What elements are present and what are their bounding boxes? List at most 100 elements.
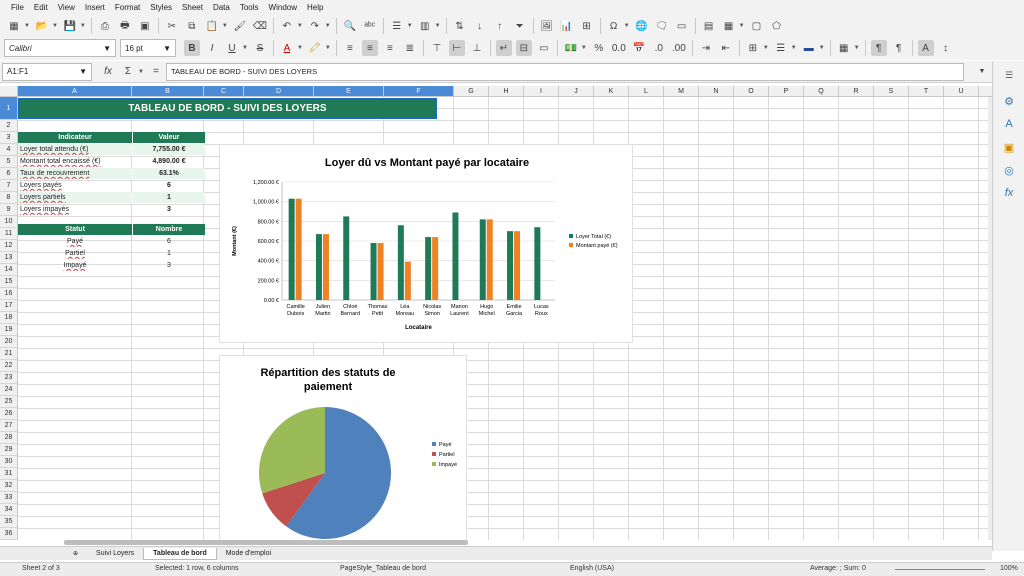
column-header-k[interactable]: K [594,86,629,97]
print-icon[interactable]: 🖶 [117,18,133,34]
row-header-3[interactable]: 3 [0,132,18,144]
autofilter-icon[interactable]: ⏷ [512,18,528,34]
unmerge-icon[interactable]: ▭ [536,40,552,56]
number-icon[interactable]: 0.0 [611,40,627,56]
pivot-icon[interactable]: ⊞ [579,18,595,34]
sum-info[interactable]: Average: ; Sum: 0 [810,565,866,572]
currency-icon[interactable]: 💵 [563,40,579,56]
indicator-value[interactable]: 7,755.00 € [133,144,205,155]
row-header-27[interactable]: 27 [0,420,18,432]
row-header-9[interactable]: 9 [0,204,18,216]
menu-file[interactable]: File [6,3,29,12]
align-left-icon[interactable]: ≡ [342,40,358,56]
decrease-indent-icon[interactable]: ⇤ [718,40,734,56]
column-header-e[interactable]: E [314,86,384,97]
ltr-icon[interactable]: ¶ [870,40,887,56]
cut-icon[interactable]: ✂ [164,18,180,34]
tab-mode-emploi[interactable]: Mode d'emploi [217,548,280,560]
column-header-d[interactable]: D [244,86,314,97]
status-count[interactable]: 6 [133,236,205,247]
row-header-2[interactable]: 2 [0,120,18,132]
comment-icon[interactable]: 🗨 [654,18,670,34]
column-header-h[interactable]: H [489,86,524,97]
indicator-value[interactable]: 3 [133,204,205,215]
font-size-box[interactable]: 16 pt ▼ [120,39,176,57]
strikethrough-icon[interactable]: S [252,40,268,56]
gallery-icon[interactable]: ▣ [1001,139,1017,155]
sum-icon[interactable]: Σ [120,64,136,80]
row-header-11[interactable]: 11 [0,228,18,240]
row-header-4[interactable]: 4 [0,144,18,156]
show-draw-icon[interactable]: ⬠ [769,18,785,34]
page-style[interactable]: PageStyle_Tableau de bord [340,565,426,572]
rtl-icon[interactable]: ¶ [891,40,907,56]
chart-icon[interactable]: 📊 [559,18,575,34]
percent-icon[interactable]: % [591,40,607,56]
spelling-icon[interactable]: ᵃᵇᶜ [362,18,378,34]
indicator-value[interactable]: 63.1% [133,168,205,179]
justify-icon[interactable]: ≣ [402,40,418,56]
clear-format-icon[interactable]: ⌫ [252,18,268,34]
underline-icon[interactable]: U [224,40,240,56]
column-header-u[interactable]: U [944,86,979,97]
column-header-t[interactable]: T [909,86,944,97]
tab-tableau-de-bord[interactable]: Tableau de bord [143,547,217,560]
column-header-q[interactable]: Q [804,86,839,97]
dashboard-title[interactable]: TABLEAU DE BORD - SUIVI DES LOYERS [18,98,437,119]
menu-insert[interactable]: Insert [80,3,110,12]
column-header-j[interactable]: J [559,86,594,97]
image-icon[interactable]: 🖼 [539,18,555,34]
border-style-icon[interactable]: ☰ [773,40,789,56]
status-label[interactable]: Impayé [18,260,132,271]
indicator-value[interactable]: 1 [133,192,205,203]
column-header-m[interactable]: M [664,86,699,97]
increase-indent-icon[interactable]: ⇥ [698,40,714,56]
headers-footers-icon[interactable]: ▭ [674,18,690,34]
row-header-12[interactable]: 12 [0,240,18,252]
bar-chart[interactable]: Loyer dû vs Montant payé par locataire 0.… [219,144,633,343]
row-header-30[interactable]: 30 [0,456,18,468]
tab-suivi-loyers[interactable]: Suivi Loyers [87,548,143,560]
menu-data[interactable]: Data [208,3,235,12]
menu-format[interactable]: Format [110,3,145,12]
formula-icon[interactable]: = [148,64,164,80]
row-header-7[interactable]: 7 [0,180,18,192]
find-replace-icon[interactable]: 🔍 [342,18,358,34]
indicator-label[interactable]: Montant total encaissé (€) [18,156,132,167]
status-label[interactable]: Partiel [18,248,132,259]
menu-styles[interactable]: Styles [145,3,177,12]
row-header-10[interactable]: 10 [0,216,18,228]
bold-icon[interactable]: B [184,40,200,56]
status-count[interactable]: 3 [133,260,205,271]
align-bottom-icon[interactable]: ⊥ [469,40,485,56]
align-right-icon[interactable]: ≡ [382,40,398,56]
sort-desc-icon[interactable]: ↑ [492,18,508,34]
split-window-icon[interactable]: ▢ [749,18,765,34]
row-header-1[interactable]: 1 [0,97,18,120]
export-pdf-icon[interactable]: ⎙ [97,18,113,34]
font-color-icon[interactable]: A [279,40,295,56]
indicator-label[interactable]: Loyer total attendu (€) [18,144,132,155]
align-center-icon[interactable]: ≡ [361,40,378,56]
print-preview-icon[interactable]: ▣ [137,18,153,34]
horizontal-scrollbar[interactable] [64,540,468,545]
conditional-icon[interactable]: ▦ [836,40,852,56]
cell-grid[interactable]: TABLEAU DE BORD - SUIVI DES LOYERS Indic… [18,97,988,540]
define-print-area-icon[interactable]: ▤ [701,18,717,34]
column-header-s[interactable]: S [874,86,909,97]
sort-asc-icon[interactable]: ↓ [472,18,488,34]
copy-icon[interactable]: ⧉ [184,18,200,34]
row-header-29[interactable]: 29 [0,444,18,456]
navigator-icon[interactable]: ◎ [1001,162,1017,178]
row-header-26[interactable]: 26 [0,408,18,420]
column-header-n[interactable]: N [699,86,734,97]
menu-window[interactable]: Window [264,3,302,12]
menu-edit[interactable]: Edit [29,3,53,12]
row-header-19[interactable]: 19 [0,324,18,336]
status-count[interactable]: 1 [133,248,205,259]
row-header-13[interactable]: 13 [0,252,18,264]
border-color-icon[interactable]: ▬ [801,40,817,56]
status-label[interactable]: Payé [18,236,132,247]
zoom-level[interactable]: 100% [1000,565,1018,572]
select-all-corner[interactable] [0,86,18,97]
